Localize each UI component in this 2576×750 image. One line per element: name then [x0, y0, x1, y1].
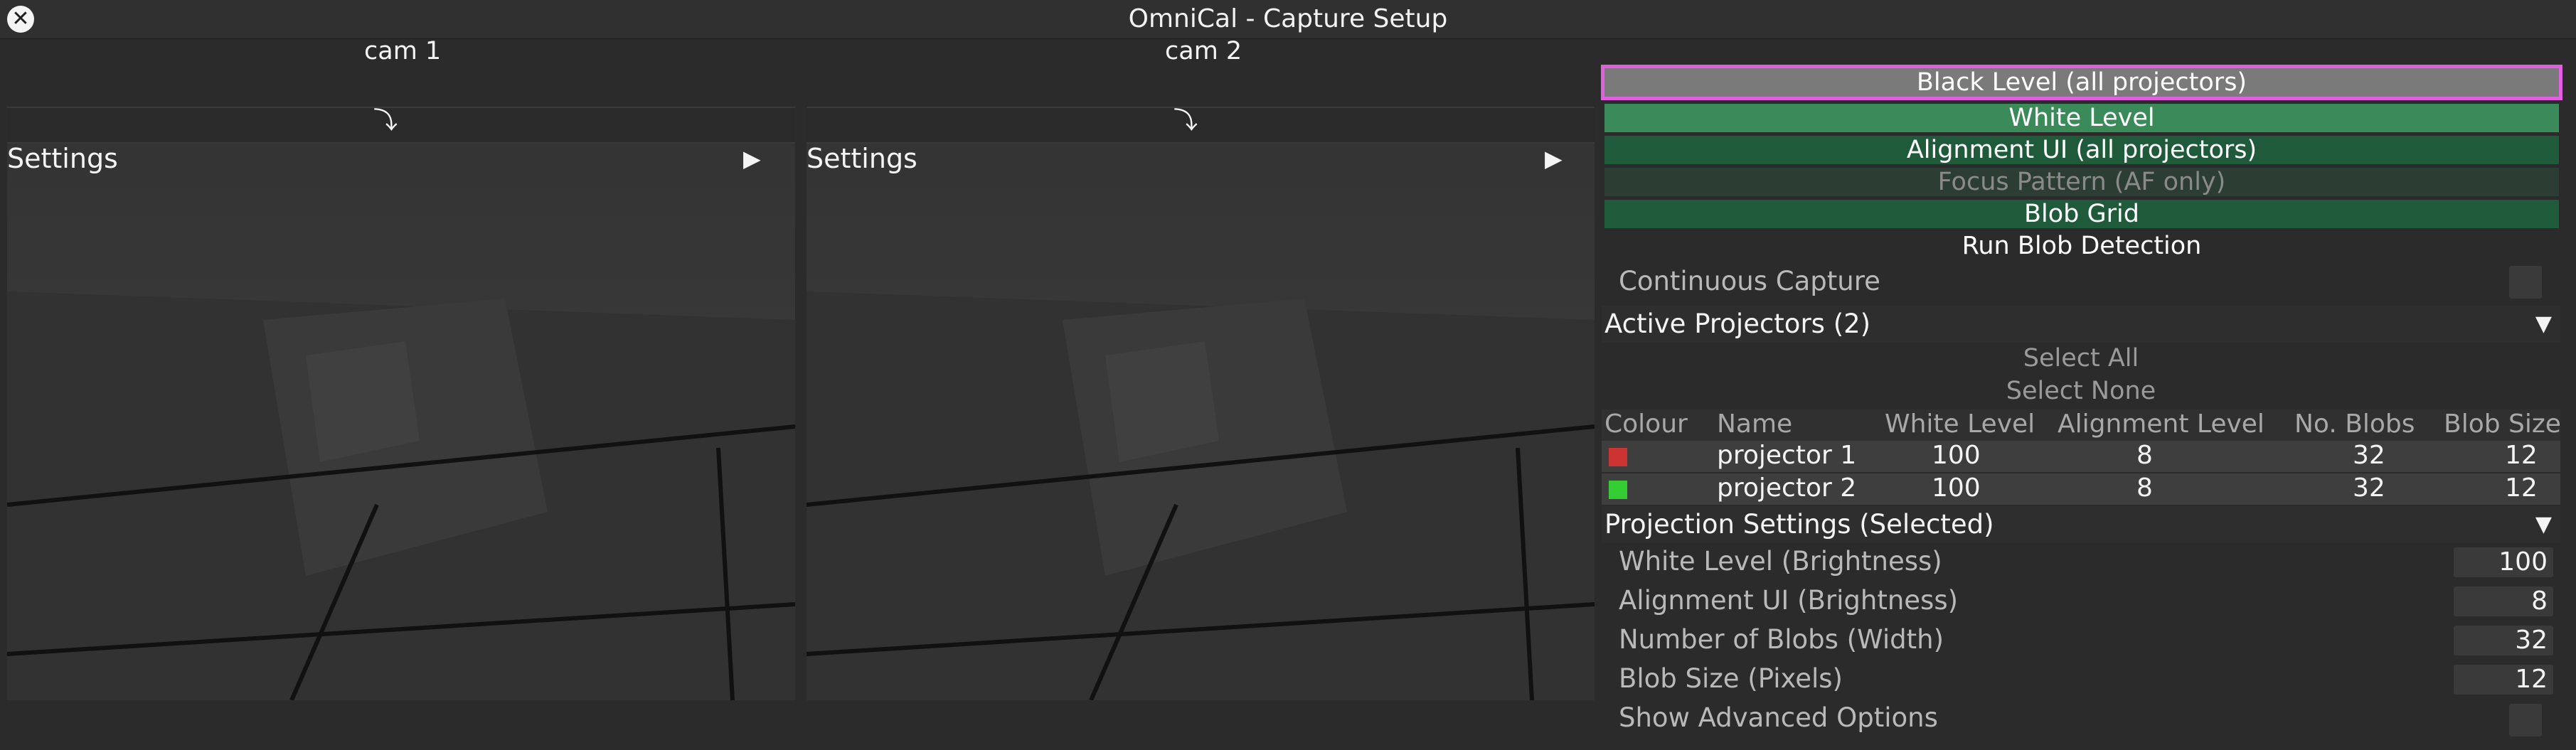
continuous-capture-checkbox[interactable] [2509, 266, 2542, 299]
collapse-triangle-icon: ▼ [2535, 512, 2552, 537]
projector-alignment-level: 8 [2136, 473, 2153, 503]
run-blob-detection-button[interactable]: Run Blob Detection [1604, 232, 2559, 260]
active-projectors-title: Active Projectors (2) [1604, 309, 1871, 339]
blob-size-input[interactable]: 12 [2454, 665, 2553, 695]
camera-1-toolbar [7, 107, 795, 144]
white-level-brightness-input[interactable]: 100 [2454, 547, 2553, 577]
projection-settings-title: Projection Settings (Selected) [1604, 509, 1994, 540]
projector-colour-swatch [1609, 481, 1627, 499]
title-bar: ✕ OmniCal - Capture Setup [0, 0, 2576, 39]
projector-white-level: 100 [1932, 441, 1981, 470]
alignment-ui-brightness-input[interactable]: 8 [2454, 586, 2553, 616]
projector-blobs: 32 [2353, 473, 2385, 503]
continuous-capture-label: Continuous Capture [1619, 266, 1880, 296]
rotate-icon[interactable]: ⤵ [1173, 101, 1198, 136]
projectors-table-header: Colour Name White Level Alignment Level … [1602, 409, 2561, 441]
projector-alignment-level: 8 [2136, 441, 2153, 470]
play-icon[interactable]: ▶ [1545, 141, 1563, 176]
projector-name: projector 1 [1717, 441, 1857, 470]
active-projectors-header[interactable]: Active Projectors (2) ▼ [1602, 306, 2560, 343]
table-row[interactable]: projector 1 100 8 32 12 [1602, 441, 2560, 472]
white-level-brightness-label: White Level (Brightness) [1619, 546, 1942, 577]
show-advanced-options-checkbox[interactable] [2509, 704, 2542, 736]
focus-pattern-button[interactable]: Focus Pattern (AF only) [1604, 168, 2559, 196]
col-name: Name [1717, 409, 1793, 439]
select-all-button[interactable]: Select All [1602, 344, 2560, 373]
projector-colour-swatch [1609, 448, 1627, 466]
camera-1-view [7, 107, 795, 700]
show-advanced-options-label: Show Advanced Options [1619, 702, 1938, 733]
play-icon[interactable]: ▶ [743, 141, 761, 176]
projection-settings-header[interactable]: Projection Settings (Selected) ▼ [1602, 506, 2560, 543]
number-of-blobs-input[interactable]: 32 [2454, 626, 2553, 655]
black-level-button[interactable]: Black Level (all projectors) [1601, 65, 2562, 100]
col-white-level: White Level [1885, 409, 2035, 439]
col-colour: Colour [1604, 409, 1688, 439]
cam-2-label: cam 2 [1165, 37, 1242, 65]
collapse-triangle-icon: ▼ [2535, 311, 2552, 336]
white-level-button[interactable]: White Level [1604, 104, 2559, 132]
projector-white-level: 100 [1932, 473, 1981, 503]
projector-blob-size: 12 [2505, 473, 2538, 503]
col-alignment-level: Alignment Level [2058, 409, 2264, 439]
alignment-ui-button[interactable]: Alignment UI (all projectors) [1604, 136, 2559, 164]
col-no-blobs: No. Blobs [2294, 409, 2415, 439]
rotate-icon[interactable]: ⤵ [373, 101, 398, 136]
camera-2-settings[interactable]: Settings [807, 141, 917, 176]
cam-1-label: cam 1 [364, 37, 442, 65]
projector-blobs: 32 [2353, 441, 2385, 470]
camera-2-view [807, 107, 1595, 700]
blob-size-label: Blob Size (Pixels) [1619, 663, 1843, 694]
col-blob-size: Blob Size [2444, 409, 2561, 439]
window-title: OmniCal - Capture Setup [1128, 4, 1448, 33]
camera-2-toolbar [807, 107, 1595, 144]
projector-blob-size: 12 [2505, 441, 2538, 470]
alignment-ui-brightness-label: Alignment UI (Brightness) [1619, 585, 1959, 616]
capture-controls-panel: Black Level (all projectors) White Level… [1601, 65, 2562, 750]
number-of-blobs-label: Number of Blobs (Width) [1619, 624, 1944, 655]
projector-name: projector 2 [1717, 473, 1857, 503]
select-none-button[interactable]: Select None [1602, 377, 2560, 405]
blob-grid-button[interactable]: Blob Grid [1604, 200, 2559, 228]
table-row[interactable]: projector 2 100 8 32 12 [1602, 473, 2560, 505]
camera-1-settings[interactable]: Settings [7, 141, 118, 176]
